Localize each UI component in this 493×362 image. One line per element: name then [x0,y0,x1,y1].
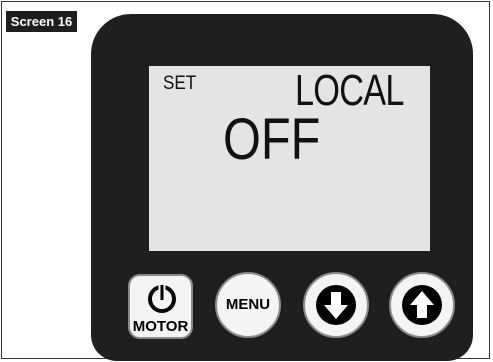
power-icon [148,283,176,313]
arrow-up-icon [402,285,442,325]
set-indicator: SET [163,73,197,94]
menu-button-label: MENU [225,296,271,313]
menu-button[interactable]: MENU [215,272,281,338]
screen-tag: Screen 16 [6,11,77,32]
motor-button-label: MOTOR [132,318,189,335]
lcd-display: SET LOCAL OFF [149,66,430,251]
up-button[interactable] [389,272,455,338]
arrow-down-icon [316,285,356,325]
setting-value: OFF [223,107,321,172]
motor-button[interactable]: MOTOR [128,274,193,339]
down-button[interactable] [303,272,369,338]
